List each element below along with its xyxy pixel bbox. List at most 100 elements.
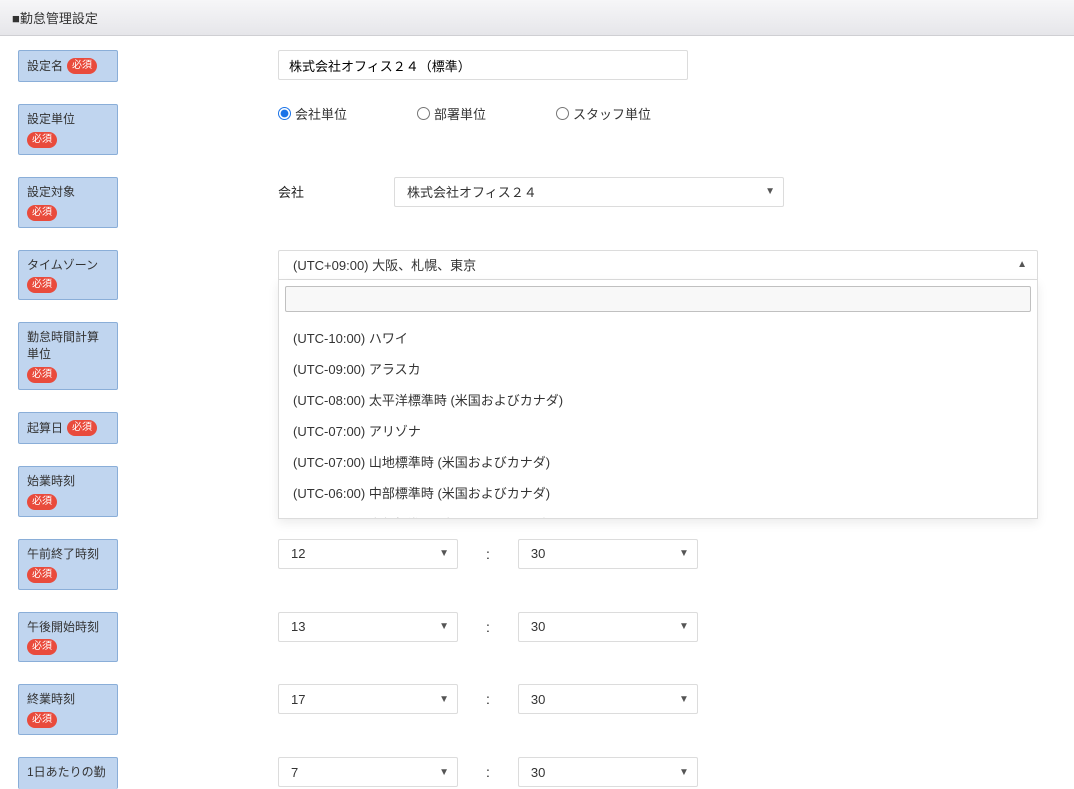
field-am-end: 12 ▼ : 30 ▼ [278, 539, 1056, 569]
timezone-option[interactable]: (UTC-05:00) 東部標準時 (米国およびカナダ) [279, 508, 1037, 518]
timezone-option[interactable]: (UTC-07:00) アリゾナ [279, 415, 1037, 446]
radio-company[interactable]: 会社単位 [278, 104, 347, 123]
select-value: 30 [531, 692, 545, 707]
label-text: 1日あたりの勤 [27, 764, 106, 781]
row-per-day: 1日あたりの勤 7 ▼ : 30 ▼ [18, 757, 1056, 789]
select-value: (UTC+09:00) 大阪、札幌、東京 [293, 255, 476, 274]
field-setting-unit: 会社単位 部署単位 スタッフ単位 [278, 104, 1056, 123]
caret-up-icon: ▲ [1017, 259, 1027, 270]
timezone-select-head[interactable]: (UTC+09:00) 大阪、札幌、東京 ▲ [278, 250, 1038, 280]
caret-down-icon: ▼ [439, 767, 449, 778]
required-badge: 必須 [67, 420, 97, 436]
select-value: 株式会社オフィス２４ [407, 182, 537, 201]
radio-label: 部署単位 [434, 104, 486, 123]
label-pm-start: 午後開始時刻 必須 [18, 612, 118, 663]
timezone-option[interactable]: (UTC-08:00) 太平洋標準時 (米国およびカナダ) [279, 384, 1037, 415]
label-start-time: 始業時刻 必須 [18, 466, 118, 517]
caret-down-icon: ▼ [679, 548, 689, 559]
end-time-min-select[interactable]: 30 ▼ [518, 684, 698, 714]
label-start-day: 起算日 必須 [18, 412, 118, 444]
timezone-option[interactable]: (UTC-10:00) ハワイ [279, 322, 1037, 353]
label-text: 午前終了時刻 [27, 546, 99, 563]
label-text: タイムゾーン [27, 257, 98, 274]
label-text: 起算日 [27, 420, 63, 437]
field-per-day: 7 ▼ : 30 ▼ [278, 757, 1056, 787]
label-text: 設定単位 [27, 111, 75, 128]
per-day-min-select[interactable]: 30 ▼ [518, 757, 698, 787]
unit-radio-group: 会社単位 部署単位 スタッフ単位 [278, 104, 651, 123]
timezone-option-list[interactable]: (UTC-10:00) ハワイ (UTC-09:00) アラスカ (UTC-08… [279, 318, 1037, 518]
timezone-dropdown-panel: (UTC-10:00) ハワイ (UTC-09:00) アラスカ (UTC-08… [278, 280, 1038, 519]
label-calc-unit: 勤怠時間計算単位 必須 [18, 322, 118, 390]
label-setting-unit: 設定単位 必須 [18, 104, 118, 155]
timezone-option[interactable]: (UTC-09:00) アラスカ [279, 353, 1037, 384]
label-text: 勤怠時間計算単位 [27, 329, 109, 363]
caret-down-icon: ▼ [679, 694, 689, 705]
timezone-search-input[interactable] [285, 286, 1031, 312]
radio-label: スタッフ単位 [573, 104, 651, 123]
timezone-option[interactable]: (UTC-07:00) 山地標準時 (米国およびカナダ) [279, 446, 1037, 477]
caret-down-icon: ▼ [679, 767, 689, 778]
row-setting-target: 設定対象 必須 会社 株式会社オフィス２４ ▼ [18, 177, 1056, 228]
select-value: 30 [531, 619, 545, 634]
label-text: 終業時刻 [27, 691, 75, 708]
label-text: 午後開始時刻 [27, 619, 99, 636]
select-value: 30 [531, 765, 545, 780]
caret-down-icon: ▼ [439, 621, 449, 632]
label-setting-target: 設定対象 必須 [18, 177, 118, 228]
target-type-label: 会社 [278, 182, 304, 201]
label-timezone: タイムゾーン 必須 [18, 250, 118, 301]
caret-down-icon: ▼ [439, 694, 449, 705]
page-title: ■勤怠管理設定 [12, 11, 98, 26]
end-time-hour-select[interactable]: 17 ▼ [278, 684, 458, 714]
label-text: 始業時刻 [27, 473, 75, 490]
am-end-hour-select[interactable]: 12 ▼ [278, 539, 458, 569]
required-badge: 必須 [27, 567, 57, 583]
pm-start-hour-select[interactable]: 13 ▼ [278, 612, 458, 642]
field-end-time: 17 ▼ : 30 ▼ [278, 684, 1056, 714]
page-header: ■勤怠管理設定 [0, 0, 1074, 36]
timezone-combobox: (UTC+09:00) 大阪、札幌、東京 ▲ (UTC-10:00) ハワイ (… [278, 250, 1038, 280]
required-badge: 必須 [27, 639, 57, 655]
select-value: 13 [291, 619, 305, 634]
select-value: 12 [291, 546, 305, 561]
target-select[interactable]: 株式会社オフィス２４ ▼ [394, 177, 784, 207]
timezone-option[interactable]: (UTC-06:00) 中部標準時 (米国およびカナダ) [279, 477, 1037, 508]
label-am-end: 午前終了時刻 必須 [18, 539, 118, 590]
radio-staff[interactable]: スタッフ単位 [556, 104, 651, 123]
time-colon: : [486, 619, 490, 635]
row-setting-name: 設定名 必須 [18, 50, 1056, 82]
radio-department[interactable]: 部署単位 [417, 104, 486, 123]
am-end-min-select[interactable]: 30 ▼ [518, 539, 698, 569]
radio-department-input[interactable] [417, 107, 430, 120]
field-setting-name [278, 50, 1056, 80]
radio-label: 会社単位 [295, 104, 347, 123]
row-setting-unit: 設定単位 必須 会社単位 部署単位 スタッフ単位 [18, 104, 1056, 155]
required-badge: 必須 [27, 205, 57, 221]
label-per-day: 1日あたりの勤 [18, 757, 118, 789]
per-day-hour-select[interactable]: 7 ▼ [278, 757, 458, 787]
time-colon: : [486, 546, 490, 562]
caret-down-icon: ▼ [439, 548, 449, 559]
select-value: 17 [291, 692, 305, 707]
required-badge: 必須 [27, 132, 57, 148]
row-end-time: 終業時刻 必須 17 ▼ : 30 ▼ [18, 684, 1056, 735]
radio-company-input[interactable] [278, 107, 291, 120]
pm-start-min-select[interactable]: 30 ▼ [518, 612, 698, 642]
row-timezone: タイムゾーン 必須 (UTC+09:00) 大阪、札幌、東京 ▲ (UTC-10… [18, 250, 1056, 301]
required-badge: 必須 [27, 712, 57, 728]
form-content: 設定名 必須 設定単位 必須 会社単位 部署単位 [0, 36, 1074, 789]
time-colon: : [486, 691, 490, 707]
radio-staff-input[interactable] [556, 107, 569, 120]
field-pm-start: 13 ▼ : 30 ▼ [278, 612, 1056, 642]
select-value: 30 [531, 546, 545, 561]
caret-down-icon: ▼ [679, 621, 689, 632]
required-badge: 必須 [27, 367, 57, 383]
row-pm-start: 午後開始時刻 必須 13 ▼ : 30 ▼ [18, 612, 1056, 663]
label-text: 設定名 [27, 58, 63, 75]
setting-name-input[interactable] [278, 50, 688, 80]
required-badge: 必須 [27, 277, 57, 293]
required-badge: 必須 [67, 58, 97, 74]
row-am-end: 午前終了時刻 必須 12 ▼ : 30 ▼ [18, 539, 1056, 590]
caret-down-icon: ▼ [765, 186, 775, 197]
